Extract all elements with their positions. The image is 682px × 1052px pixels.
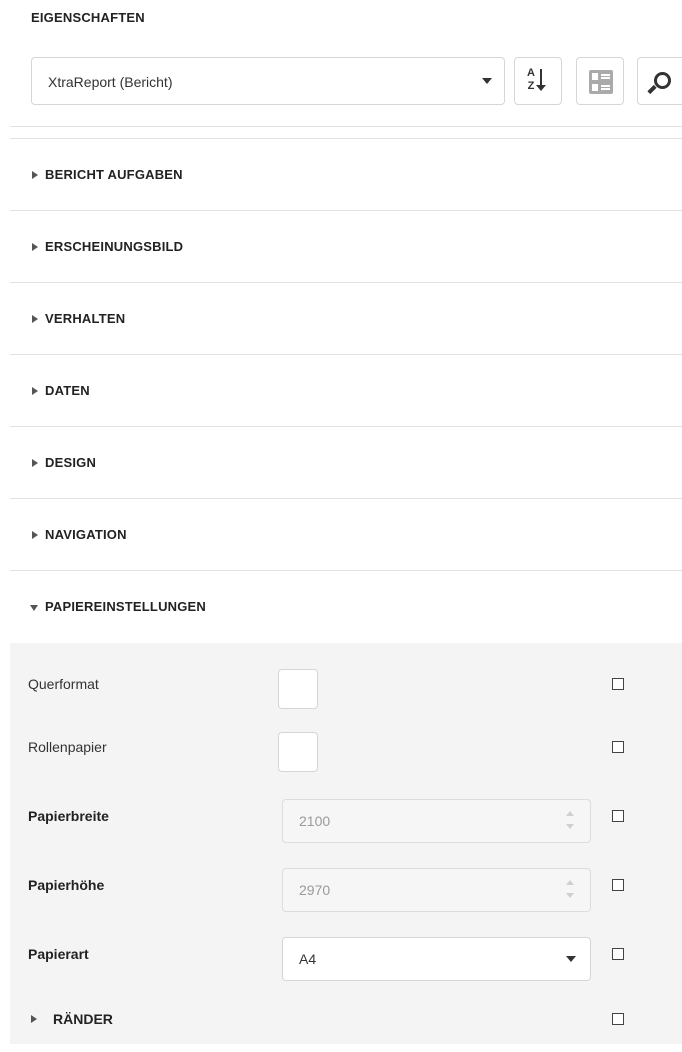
expand-arrow-icon xyxy=(32,459,38,467)
expand-arrow-icon xyxy=(32,387,38,395)
expand-arrow-icon xyxy=(32,243,38,251)
expand-arrow-icon xyxy=(31,1015,37,1023)
properties-panel-title: EIGENSCHAFTEN xyxy=(31,10,145,25)
section-erscheinungsbild[interactable]: ERSCHEINUNGSBILD xyxy=(10,211,682,283)
section-daten[interactable]: DATEN xyxy=(10,355,682,427)
property-row-paper-width: Papierbreite 2100 xyxy=(10,783,682,849)
spin-down-icon[interactable] xyxy=(566,893,574,898)
section-verhalten[interactable]: VERHALTEN xyxy=(10,283,682,355)
property-marker-box[interactable] xyxy=(612,678,624,690)
section-label: DATEN xyxy=(45,383,90,398)
property-row-paper-kind: Papierart A4 xyxy=(10,921,682,987)
paper-height-spinner[interactable]: 2970 xyxy=(282,868,591,912)
paper-settings-panel: Querformat Rollenpapier Papierbreite 210… xyxy=(10,643,682,1044)
spin-up-icon[interactable] xyxy=(566,811,574,816)
section-label: PAPIEREINSTELLUNGEN xyxy=(45,599,207,614)
property-label: Papierhöhe xyxy=(28,877,105,893)
property-row-landscape: Querformat xyxy=(10,651,682,717)
search-button[interactable] xyxy=(637,57,682,105)
property-label: Papierbreite xyxy=(28,808,109,824)
expand-arrow-icon xyxy=(32,315,38,323)
section-label: DESIGN xyxy=(45,455,97,470)
section-papiereinstellungen[interactable]: PAPIEREINSTELLUNGEN xyxy=(10,571,682,643)
sort-alphabetical-button[interactable]: AZ xyxy=(514,57,562,105)
property-marker-box[interactable] xyxy=(612,1013,624,1025)
property-marker-box[interactable] xyxy=(612,741,624,753)
chevron-down-icon xyxy=(482,78,492,84)
categorized-view-icon xyxy=(589,70,613,94)
spin-down-icon[interactable] xyxy=(566,824,574,829)
section-label: VERHALTEN xyxy=(45,311,126,326)
paper-width-spinner[interactable]: 2100 xyxy=(282,799,591,843)
section-label: BERICHT AUFGABEN xyxy=(45,167,183,182)
property-label: Papierart xyxy=(28,946,89,962)
paper-width-value: 2100 xyxy=(299,813,331,829)
landscape-checkbox[interactable] xyxy=(278,669,318,709)
property-row-roll-paper: Rollenpapier xyxy=(10,714,682,780)
property-marker-box[interactable] xyxy=(612,810,624,822)
section-design[interactable]: DESIGN xyxy=(10,427,682,499)
chevron-down-icon xyxy=(566,956,576,962)
section-label: ERSCHEINUNGSBILD xyxy=(45,239,184,254)
section-label: NAVIGATION xyxy=(45,527,127,542)
divider xyxy=(10,126,682,127)
property-label: Rollenpapier xyxy=(28,739,107,755)
categorized-view-button[interactable] xyxy=(576,57,624,105)
object-selector-value: XtraReport (Bericht) xyxy=(48,74,173,90)
sort-arrow-icon xyxy=(536,69,546,91)
search-icon xyxy=(654,72,671,89)
expand-arrow-icon xyxy=(32,171,38,179)
roll-paper-checkbox[interactable] xyxy=(278,732,318,772)
collapse-arrow-icon xyxy=(30,605,38,611)
section-bericht-aufgaben[interactable]: BERICHT AUFGABEN xyxy=(10,139,682,211)
property-row-margins[interactable]: RÄNDER xyxy=(10,986,682,1052)
property-row-paper-height: Papierhöhe 2970 xyxy=(10,852,682,918)
paper-height-value: 2970 xyxy=(299,882,331,898)
paper-kind-value: A4 xyxy=(299,951,317,967)
section-navigation[interactable]: NAVIGATION xyxy=(10,499,682,571)
paper-kind-dropdown[interactable]: A4 xyxy=(282,937,591,981)
property-marker-box[interactable] xyxy=(612,948,624,960)
spin-up-icon[interactable] xyxy=(566,880,574,885)
property-label: Querformat xyxy=(28,676,99,692)
property-marker-box[interactable] xyxy=(612,879,624,891)
expand-arrow-icon xyxy=(32,531,38,539)
object-selector-dropdown[interactable]: XtraReport (Bericht) xyxy=(31,57,505,105)
property-label: RÄNDER xyxy=(53,1011,113,1027)
